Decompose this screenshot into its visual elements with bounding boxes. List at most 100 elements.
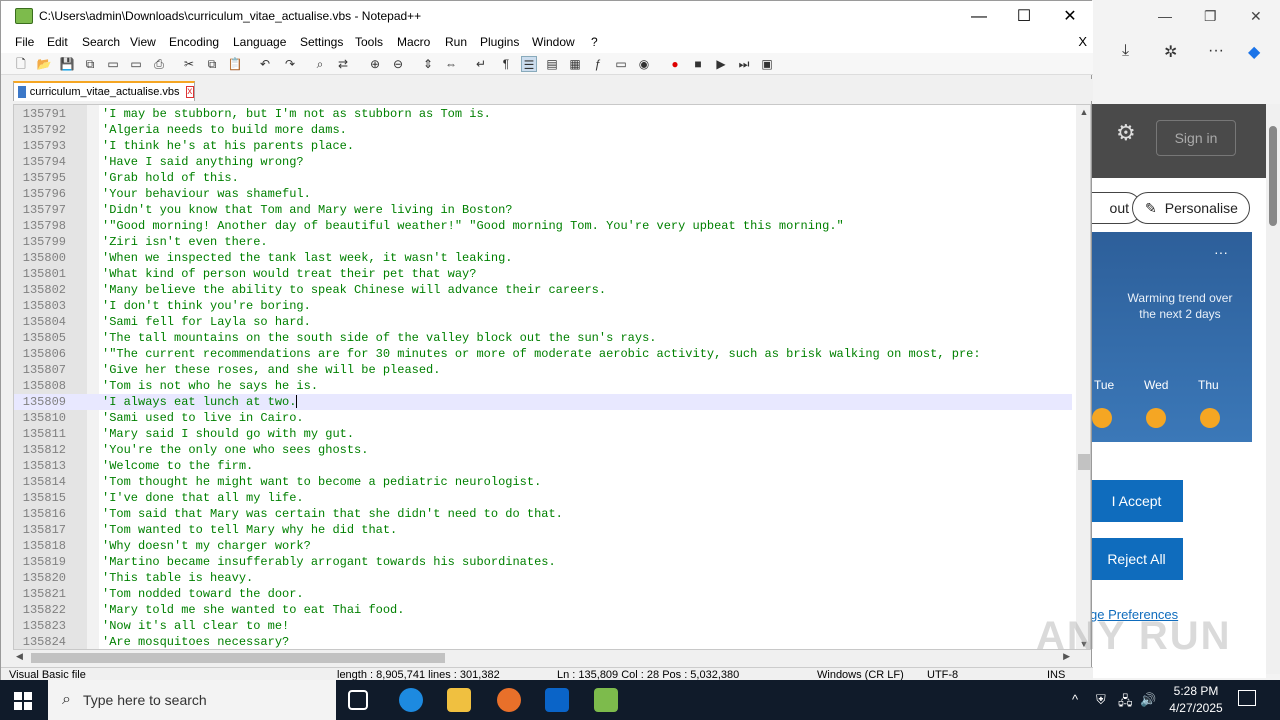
menu-tools[interactable]: Tools <box>355 35 383 49</box>
code-line[interactable]: 135809 'I always eat lunch at two. <box>14 394 1072 410</box>
undo-icon[interactable]: ↶ <box>257 56 273 72</box>
code-line[interactable]: 135807 'Give her these roses, and she wil… <box>14 362 1072 378</box>
code-line[interactable]: 135793 'I think he's at his parents place… <box>14 138 1072 154</box>
clock[interactable]: 5:28 PM 4/27/2025 <box>1156 683 1236 717</box>
minimize-button[interactable]: — <box>956 5 1002 29</box>
code-line[interactable]: 135823 'Now it's all clear to me! <box>14 618 1072 634</box>
code-line[interactable]: 135797 'Didn't you know that Tom and Mary… <box>14 202 1072 218</box>
save-icon[interactable]: 💾 <box>59 56 75 72</box>
sync-horizontal-icon[interactable]: ⇔ <box>443 56 459 72</box>
indent-guide-icon[interactable]: ☰ <box>521 56 537 72</box>
browser-close-button[interactable]: ✕ <box>1250 8 1262 25</box>
document-map-icon[interactable]: ▦ <box>567 56 583 72</box>
code-line[interactable]: 135812 'You're the only one who sees ghos… <box>14 442 1072 458</box>
close-button[interactable]: ✕ <box>1047 5 1093 29</box>
code-line[interactable]: 135820 'This table is heavy. <box>14 570 1072 586</box>
editor-horizontal-scrollbar[interactable]: ◀ ▶ <box>13 650 1073 666</box>
stop-macro-icon[interactable]: ■ <box>690 56 706 72</box>
code-line[interactable]: 135804 'Sami fell for Layla so hard. <box>14 314 1072 330</box>
code-line[interactable]: 135806 '"The current recommendations are … <box>14 346 1072 362</box>
cut-icon[interactable]: ✂ <box>181 56 197 72</box>
menu-edit[interactable]: Edit <box>47 35 68 49</box>
firefox-icon[interactable] <box>497 688 521 712</box>
code-line[interactable]: 135792 'Algeria needs to build more dams. <box>14 122 1072 138</box>
menu-encoding[interactable]: Encoding <box>169 35 219 49</box>
volume-icon[interactable]: 🔊 <box>1140 692 1156 708</box>
start-button[interactable] <box>14 692 32 710</box>
taskbar-search-box[interactable]: ⌕ Type here to search <box>48 680 336 720</box>
code-line[interactable]: 135791 'I may be stubborn, but I'm not as… <box>14 106 1072 122</box>
browser-minimize-button[interactable]: — <box>1158 8 1172 24</box>
horizontal-scroll-thumb[interactable] <box>31 653 445 663</box>
network-icon[interactable]: 🖧 <box>1118 692 1133 714</box>
folder-workspace-icon[interactable]: ▭ <box>613 56 629 72</box>
code-line[interactable]: 135801 'What kind of person would treat t… <box>14 266 1072 282</box>
editor-pane[interactable]: 135791 'I may be stubborn, but I'm not as… <box>13 104 1091 650</box>
print-icon[interactable]: ⎙ <box>151 56 167 72</box>
edge-icon[interactable] <box>399 688 423 712</box>
redo-icon[interactable]: ↷ <box>282 56 298 72</box>
monitoring-icon[interactable]: ◉ <box>636 56 652 72</box>
code-line[interactable]: 135816 'Tom said that Mary was certain th… <box>14 506 1072 522</box>
tab-close-icon[interactable]: x <box>185 86 194 98</box>
code-line[interactable]: 135796 'Your behaviour was shameful. <box>14 186 1072 202</box>
code-line[interactable]: 135810 'Sami used to live in Cairo. <box>14 410 1072 426</box>
word-wrap-icon[interactable]: ↵ <box>473 56 489 72</box>
file-explorer-icon[interactable] <box>447 688 471 712</box>
code-line[interactable]: 135814 'Tom thought he might want to beco… <box>14 474 1072 490</box>
code-line[interactable]: 135818 'Why doesn't my charger work? <box>14 538 1072 554</box>
code-line[interactable]: 135808 'Tom is not who he says he is. <box>14 378 1072 394</box>
task-view-icon[interactable] <box>348 690 368 710</box>
outlook-icon[interactable] <box>545 688 569 712</box>
reject-all-button[interactable]: Reject All <box>1090 538 1183 580</box>
code-line[interactable]: 135803 'I don't think you're boring. <box>14 298 1072 314</box>
record-macro-icon[interactable]: ● <box>667 56 683 72</box>
browser-scrollbar-thumb[interactable] <box>1269 126 1277 226</box>
extensions-icon[interactable]: ✲ <box>1164 42 1177 62</box>
code-line[interactable]: 135817 'Tom wanted to tell Mary why he di… <box>14 522 1072 538</box>
personalise-button[interactable]: ✎ Personalise <box>1132 192 1250 224</box>
copy-icon[interactable]: ⧉ <box>204 56 220 72</box>
code-line[interactable]: 135794 'Have I said anything wrong? <box>14 154 1072 170</box>
editor-vertical-scrollbar[interactable]: ▲ ▼ <box>1076 105 1090 649</box>
function-list-icon[interactable]: ƒ <box>590 56 606 72</box>
menu-macro[interactable]: Macro <box>397 35 430 49</box>
menu-language[interactable]: Language <box>233 35 286 49</box>
replace-icon[interactable]: ⇄ <box>335 56 351 72</box>
zoom-out-icon[interactable]: ⊖ <box>390 56 406 72</box>
notepad-plus-plus-taskbar-icon[interactable] <box>594 688 618 712</box>
scroll-left-arrow-icon[interactable]: ◀ <box>16 651 23 662</box>
tab-curriculum-vitae[interactable]: curriculum_vitae_actualise.vbs x <box>13 81 195 101</box>
code-line[interactable]: 135813 'Welcome to the firm. <box>14 458 1072 474</box>
menu-settings[interactable]: Settings <box>300 35 343 49</box>
zoom-in-icon[interactable]: ⊕ <box>367 56 383 72</box>
menu-run[interactable]: Run <box>445 35 467 49</box>
menu-help[interactable]: ? <box>591 35 598 49</box>
close-all-icon[interactable]: ▭ <box>128 56 144 72</box>
vertical-scroll-thumb[interactable] <box>1078 454 1090 470</box>
find-icon[interactable]: ⌕ <box>312 56 328 72</box>
code-line[interactable]: 135802 'Many believe the ability to speak… <box>14 282 1072 298</box>
weather-card[interactable]: ··· Warming trend over the next 2 days T… <box>1090 232 1252 442</box>
code-line[interactable]: 135819 'Martino became insufferably arrog… <box>14 554 1072 570</box>
code-line[interactable]: 135800 'When we inspected the tank last w… <box>14 250 1072 266</box>
code-line[interactable]: 135795 'Grab hold of this. <box>14 170 1072 186</box>
accept-button[interactable]: I Accept <box>1090 480 1183 522</box>
menu-plugins[interactable]: Plugins <box>480 35 519 49</box>
downloads-icon[interactable]: ⤓ <box>1122 42 1129 60</box>
copilot-icon[interactable]: ◆ <box>1248 42 1260 62</box>
paste-icon[interactable]: 📋 <box>227 56 243 72</box>
menu-file[interactable]: File <box>15 35 34 49</box>
more-options-icon[interactable]: ··· <box>1208 42 1224 60</box>
code-line[interactable]: 135805 'The tall mountains on the south s… <box>14 330 1072 346</box>
code-line[interactable]: 135824 'Are mosquitoes necessary? <box>14 634 1072 649</box>
security-icon[interactable]: ⛨ <box>1096 692 1106 708</box>
code-line[interactable]: 135798 '"Good morning! Another day of bea… <box>14 218 1072 234</box>
gear-icon[interactable]: ⚙ <box>1116 120 1136 146</box>
close-file-icon[interactable]: ▭ <box>105 56 121 72</box>
sync-vertical-icon[interactable]: ⇕ <box>420 56 436 72</box>
show-hidden-icons-icon[interactable]: ^ <box>1072 692 1078 707</box>
scroll-up-arrow-icon[interactable]: ▲ <box>1078 107 1090 117</box>
new-file-icon[interactable]: 🗋 <box>13 56 29 72</box>
run-macro-multiple-icon[interactable]: ⏭ <box>736 56 752 72</box>
